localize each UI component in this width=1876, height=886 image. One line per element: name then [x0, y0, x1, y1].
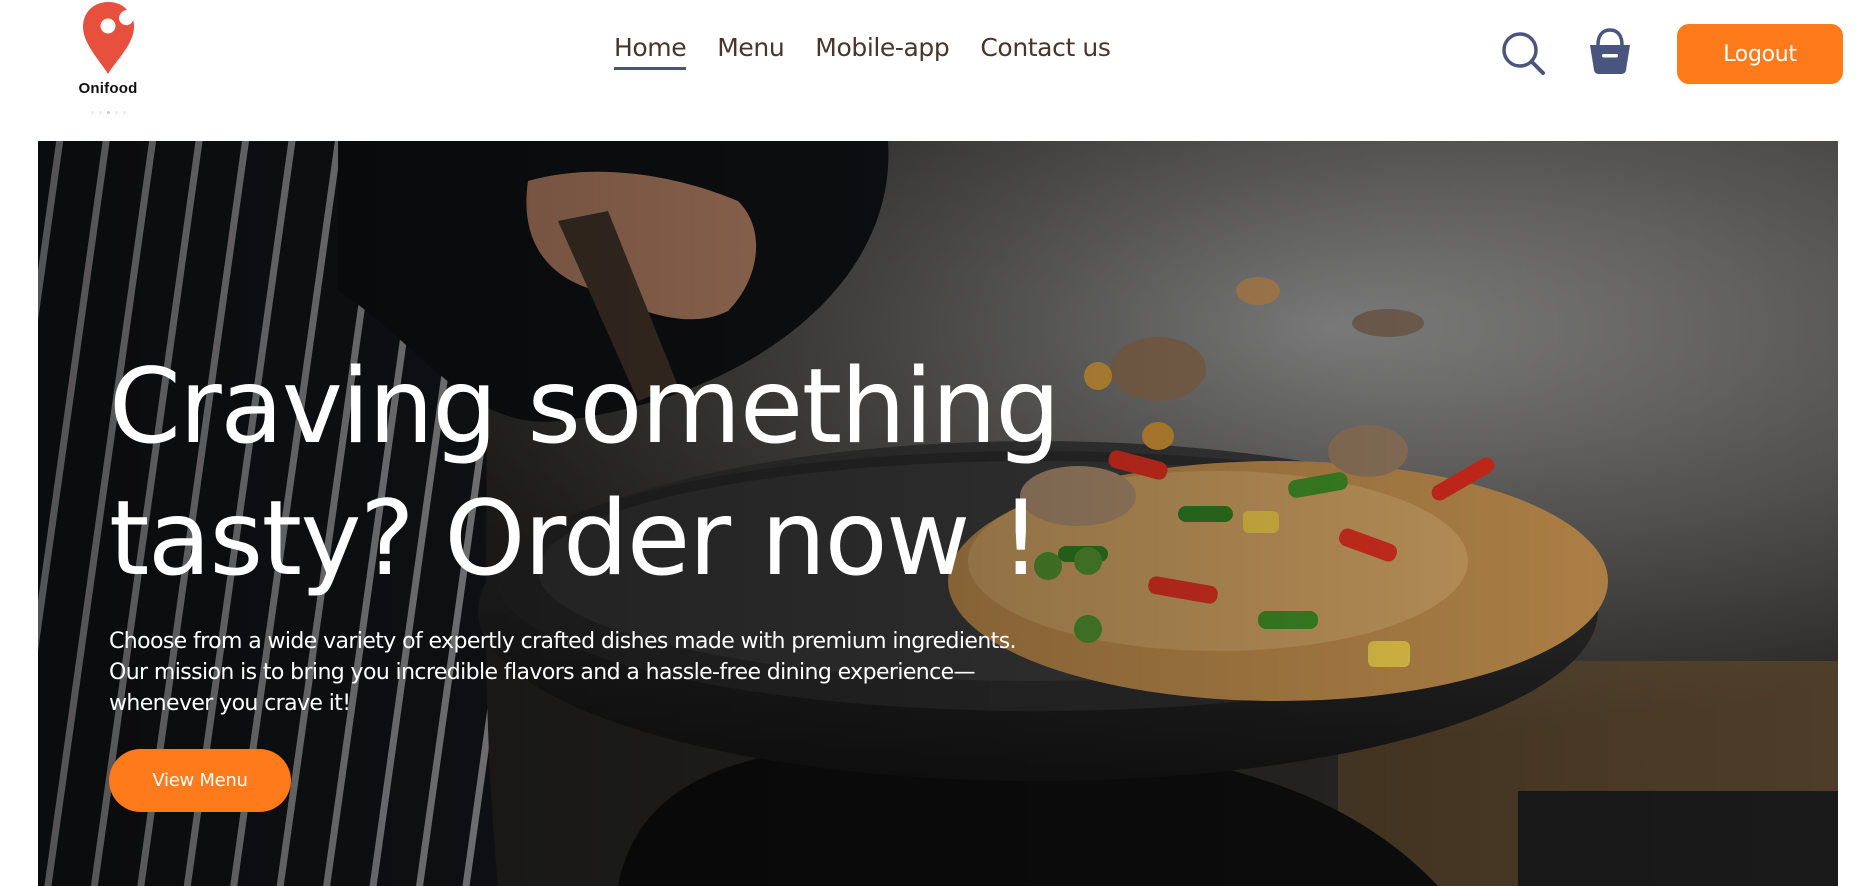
search-icon[interactable] [1500, 30, 1546, 76]
hero-description: Choose from a wide variety of expertly c… [109, 629, 1017, 716]
brand-name: Onifood [78, 80, 138, 97]
basket-icon[interactable] [1588, 27, 1632, 75]
nav-item-mobile-app[interactable]: Mobile-app [815, 33, 949, 70]
map-pin-icon [83, 2, 134, 74]
view-menu-button[interactable]: View Menu [109, 749, 291, 812]
logo-dots [72, 111, 144, 114]
nav-item-menu[interactable]: Menu [717, 33, 784, 70]
nav-item-home[interactable]: Home [614, 33, 687, 70]
hero-banner: Craving something tasty? Order now ! Cho… [38, 141, 1838, 886]
nav-item-contact-us[interactable]: Contact us [980, 33, 1110, 70]
logout-button[interactable]: Logout [1677, 24, 1843, 84]
hero-title: Craving something tasty? Order now ! [109, 347, 1061, 599]
main-nav: Home Menu Mobile-app Contact us [614, 33, 1111, 70]
brand-logo[interactable]: Onifood [72, 0, 144, 130]
